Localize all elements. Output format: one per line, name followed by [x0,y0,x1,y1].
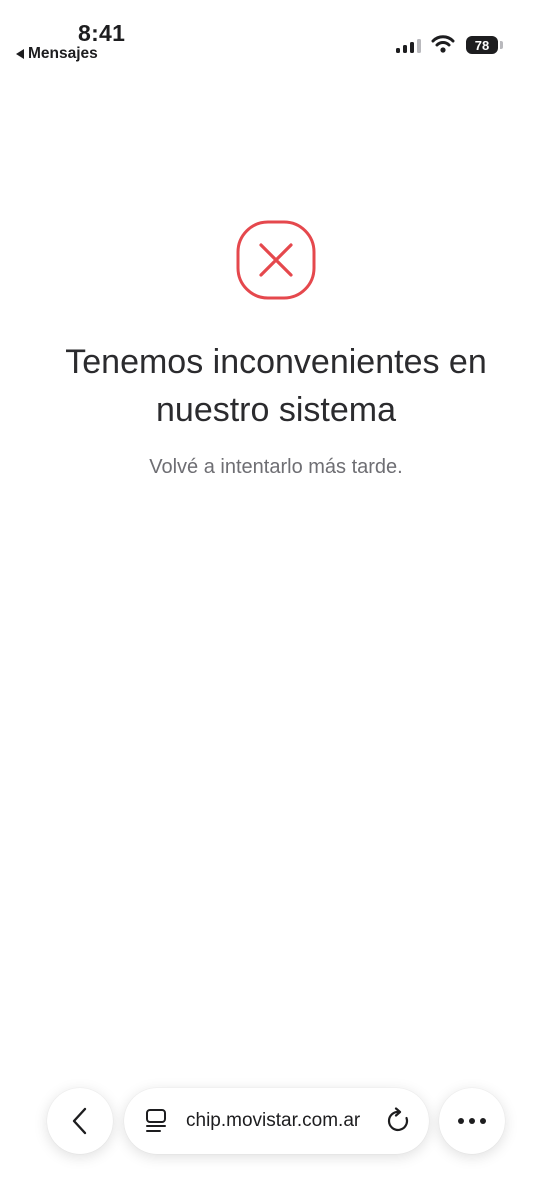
battery-indicator: 78 [466,36,498,54]
browser-back-button[interactable] [47,1088,113,1154]
battery-cap [500,41,503,49]
tabs-icon[interactable] [144,1108,168,1134]
ellipsis-icon [458,1118,486,1124]
error-x-icon [236,220,316,300]
back-to-app-link[interactable]: Mensajes [16,45,98,63]
wifi-icon [431,35,455,53]
back-app-label: Mensajes [28,45,98,62]
cellular-signal-icon [396,38,421,53]
url-text[interactable]: chip.movistar.com.ar [186,1110,368,1132]
address-bar[interactable]: chip.movistar.com.ar [124,1088,429,1154]
error-subtitle: Volvé a intentarlo más tarde. [149,456,403,478]
more-options-button[interactable] [439,1088,505,1154]
back-triangle-icon [16,49,24,59]
error-title-line2: nuestro sistema [156,391,396,429]
status-time: 8:41 [78,20,126,46]
chevron-left-icon [72,1107,87,1135]
error-title: Tenemos inconvenientes en nuestro sistem… [0,338,552,434]
reload-icon[interactable] [386,1107,412,1135]
error-title-line1: Tenemos inconvenientes en [65,343,487,381]
